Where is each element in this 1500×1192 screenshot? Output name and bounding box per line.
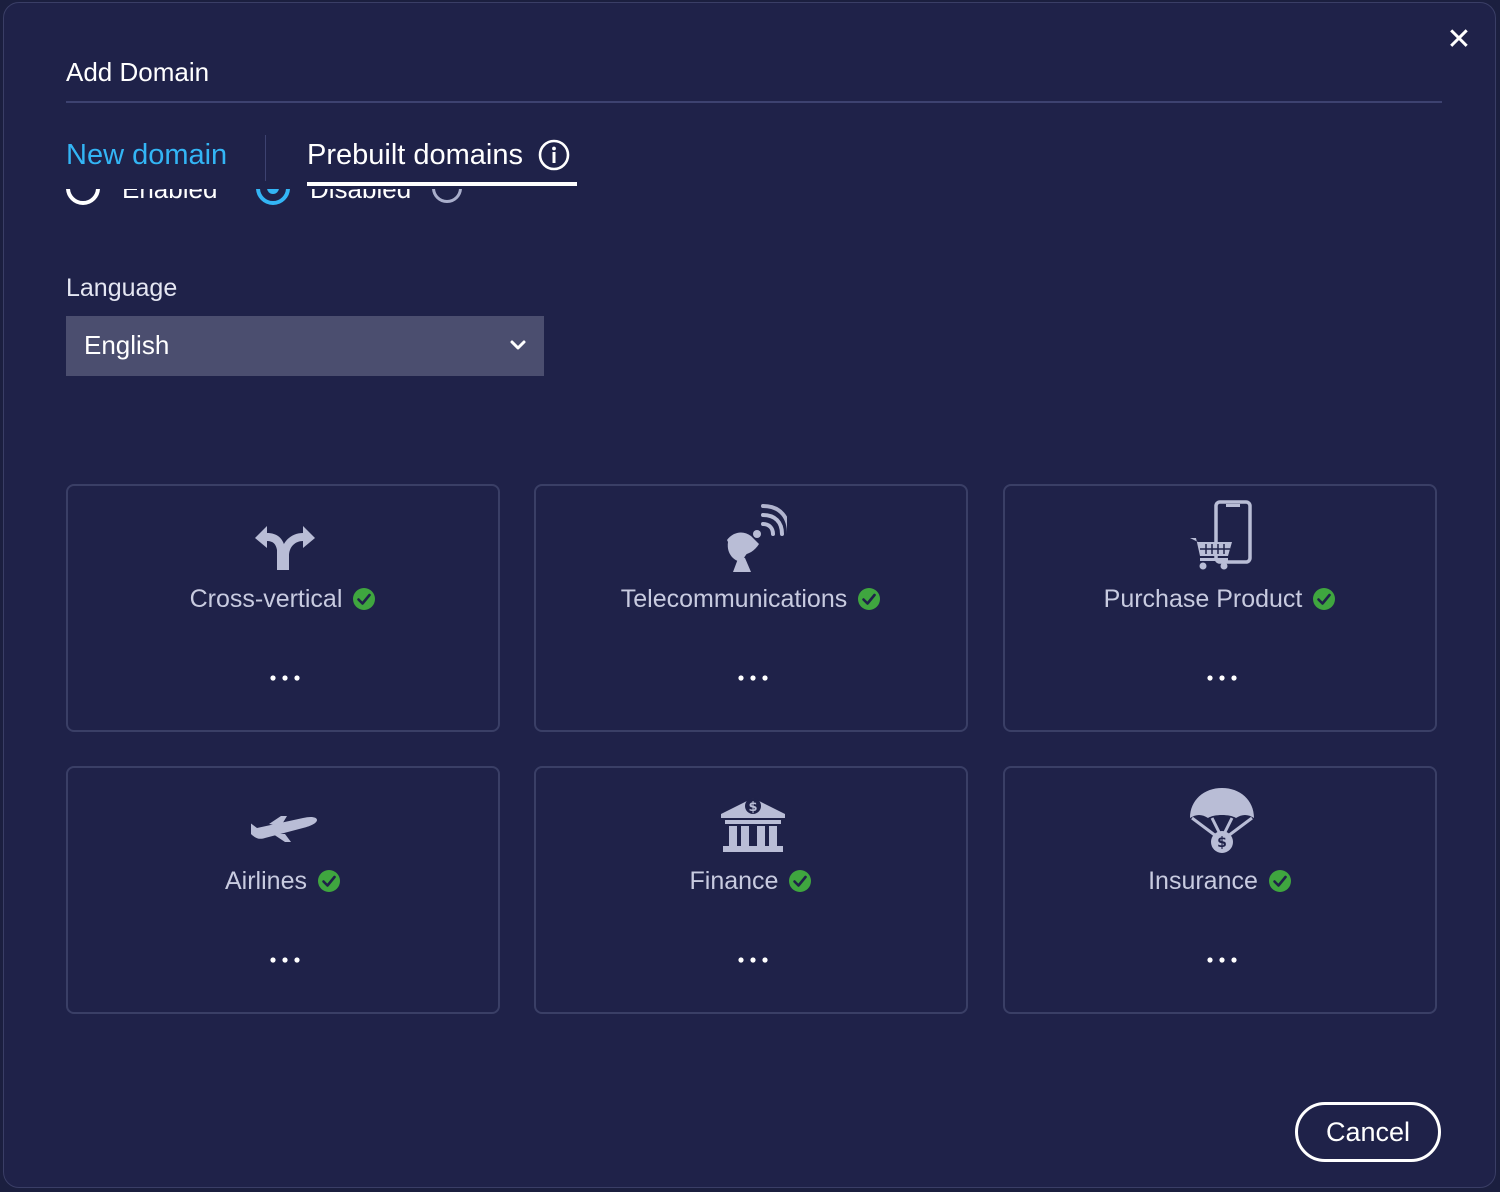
- airplane-icon: [251, 816, 317, 842]
- more-options-button[interactable]: [733, 948, 773, 972]
- radio-enabled-label: Enabled: [122, 189, 218, 204]
- svg-text:$: $: [1217, 835, 1227, 851]
- language-value: English: [84, 330, 170, 360]
- domain-card-label-row: Airlines: [68, 864, 498, 898]
- check-icon: [353, 588, 376, 610]
- split-arrows-icon: [255, 526, 315, 570]
- tab-prebuilt-domains[interactable]: Prebuilt domains: [307, 135, 523, 175]
- check-icon: [317, 870, 340, 892]
- domain-name: Finance: [689, 867, 779, 895]
- domain-card-airlines[interactable]: Airlines: [66, 766, 500, 1014]
- info-icon[interactable]: [538, 139, 570, 171]
- more-options-button[interactable]: [265, 948, 305, 972]
- tab-divider: [265, 135, 266, 181]
- dialog-title: Add Domain: [66, 57, 210, 87]
- domain-card-cross-vertical[interactable]: Cross-vertical: [66, 484, 500, 732]
- more-options-button[interactable]: [265, 666, 305, 690]
- radio-info-icon[interactable]: [432, 189, 462, 203]
- cancel-button[interactable]: Cancel: [1295, 1102, 1441, 1162]
- close-icon: ✕: [1446, 23, 1472, 56]
- domain-card-insurance[interactable]: $ Insurance: [1003, 766, 1437, 1014]
- domain-name: Insurance: [1148, 867, 1258, 895]
- active-tab-underline: [307, 182, 577, 186]
- bank-icon: $: [721, 798, 785, 852]
- domain-card-telecommunications[interactable]: Telecommunications: [534, 484, 968, 732]
- domain-card-label-row: Finance: [536, 864, 966, 898]
- language-label: Language: [66, 274, 178, 302]
- check-icon: [789, 870, 812, 892]
- domain-name: Telecommunications: [620, 585, 848, 613]
- tab-new-domain[interactable]: New domain: [66, 135, 227, 175]
- domain-name: Cross-vertical: [189, 585, 343, 613]
- radio-enabled[interactable]: [66, 189, 100, 205]
- radio-group: Enabled Disabled: [4, 189, 704, 215]
- check-icon: [1313, 588, 1336, 610]
- domain-name: Purchase Product: [1103, 585, 1303, 613]
- svg-text:$: $: [748, 800, 757, 815]
- domain-card-label-row: Telecommunications: [536, 582, 966, 616]
- phone-cart-icon: [1190, 500, 1252, 570]
- satellite-dish-icon: [727, 504, 787, 572]
- check-icon: [858, 588, 881, 610]
- language-select[interactable]: English: [66, 316, 544, 376]
- more-options-button[interactable]: [733, 666, 773, 690]
- more-options-button[interactable]: [1202, 666, 1242, 690]
- close-button[interactable]: ✕: [1444, 25, 1474, 55]
- domain-card-label-row: Insurance: [1005, 864, 1435, 898]
- domain-card-label-row: Cross-vertical: [68, 582, 498, 616]
- more-options-button[interactable]: [1202, 948, 1242, 972]
- domain-name: Airlines: [225, 867, 307, 895]
- domain-card-label-row: Purchase Product: [1005, 582, 1435, 616]
- radio-group-clip: Enabled Disabled: [4, 189, 704, 219]
- check-icon: [1268, 870, 1291, 892]
- domain-card-purchase-product[interactable]: Purchase Product: [1003, 484, 1437, 732]
- parachute-money-icon: $: [1190, 788, 1254, 853]
- radio-disabled[interactable]: [256, 189, 290, 205]
- add-domain-dialog: ✕ Add Domain Enabled Disabled New domain…: [3, 2, 1496, 1188]
- chevron-down-icon: [510, 340, 526, 350]
- domain-card-finance[interactable]: $ Finance: [534, 766, 968, 1014]
- title-divider: [66, 101, 1442, 103]
- radio-disabled-label: Disabled: [310, 189, 412, 204]
